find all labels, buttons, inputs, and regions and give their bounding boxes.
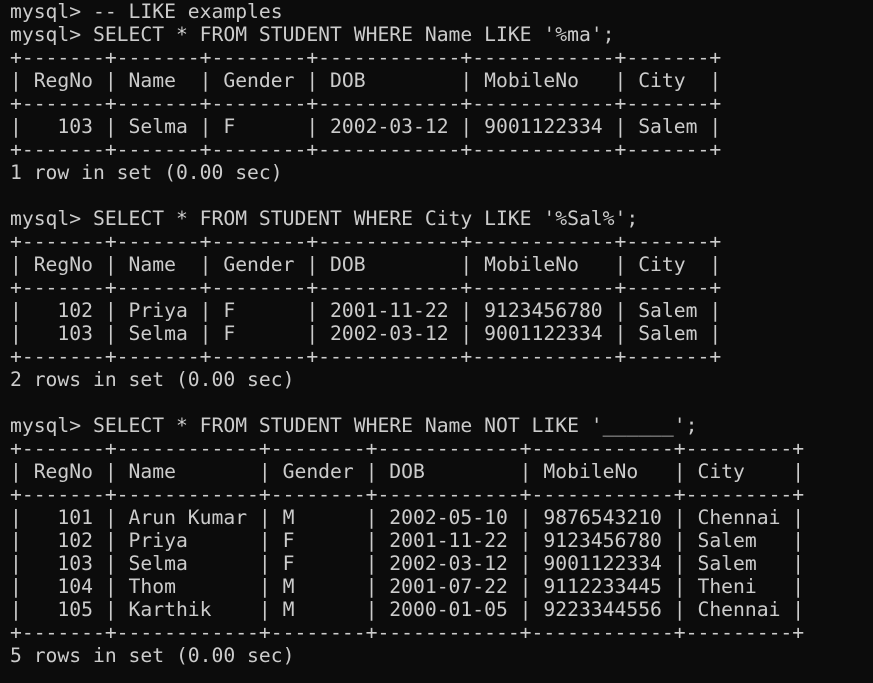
table-border: +-------+-------+--------+------------+-… [10,276,722,299]
table-border: +-------+-------+--------+------------+-… [10,92,722,115]
terminal-line: mysql> SELECT * FROM STUDENT WHERE City … [10,207,639,230]
table-row: | 103 | Selma | F | 2002-03-12 | 9001122… [10,322,722,345]
table-border: +-------+------------+--------+---------… [10,437,805,460]
table-row: | 102 | Priya | F | 2001-11-22 | 9123456… [10,529,805,552]
terminal-line: mysql> SELECT * FROM STUDENT WHERE Name … [10,23,615,46]
table-border: +-------+------------+--------+---------… [10,483,805,506]
table-border: +-------+-------+--------+------------+-… [10,345,722,368]
result-summary: 1 row in set (0.00 sec) [10,161,283,184]
result-summary: 5 rows in set (0.00 sec) [10,644,295,667]
table-row: | 101 | Arun Kumar | M | 2002-05-10 | 98… [10,506,805,529]
table-row: | 105 | Karthik | M | 2000-01-05 | 92233… [10,598,805,621]
table-row: | 103 | Selma | F | 2002-03-12 | 9001122… [10,552,805,575]
table-border: +-------+-------+--------+------------+-… [10,230,722,253]
table-header: | RegNo | Name | Gender | DOB | MobileNo… [10,69,722,92]
terminal-line: mysql> SELECT * FROM STUDENT WHERE Name … [10,414,698,437]
result-summary: 2 rows in set (0.00 sec) [10,368,295,391]
table-border: +-------+------------+--------+---------… [10,621,805,644]
table-header: | RegNo | Name | Gender | DOB | MobileNo… [10,253,722,276]
table-row: | 103 | Selma | F | 2002-03-12 | 9001122… [10,115,722,138]
table-row: | 102 | Priya | F | 2001-11-22 | 9123456… [10,299,722,322]
table-row: | 104 | Thom | M | 2001-07-22 | 91122334… [10,575,805,598]
terminal-window[interactable]: mysql> -- LIKE examples mysql> SELECT * … [0,0,873,683]
table-header: | RegNo | Name | Gender | DOB | MobileNo… [10,460,805,483]
table-border: +-------+-------+--------+------------+-… [10,138,722,161]
terminal-line: mysql> -- LIKE examples [10,0,283,23]
table-border: +-------+-------+--------+------------+-… [10,46,722,69]
